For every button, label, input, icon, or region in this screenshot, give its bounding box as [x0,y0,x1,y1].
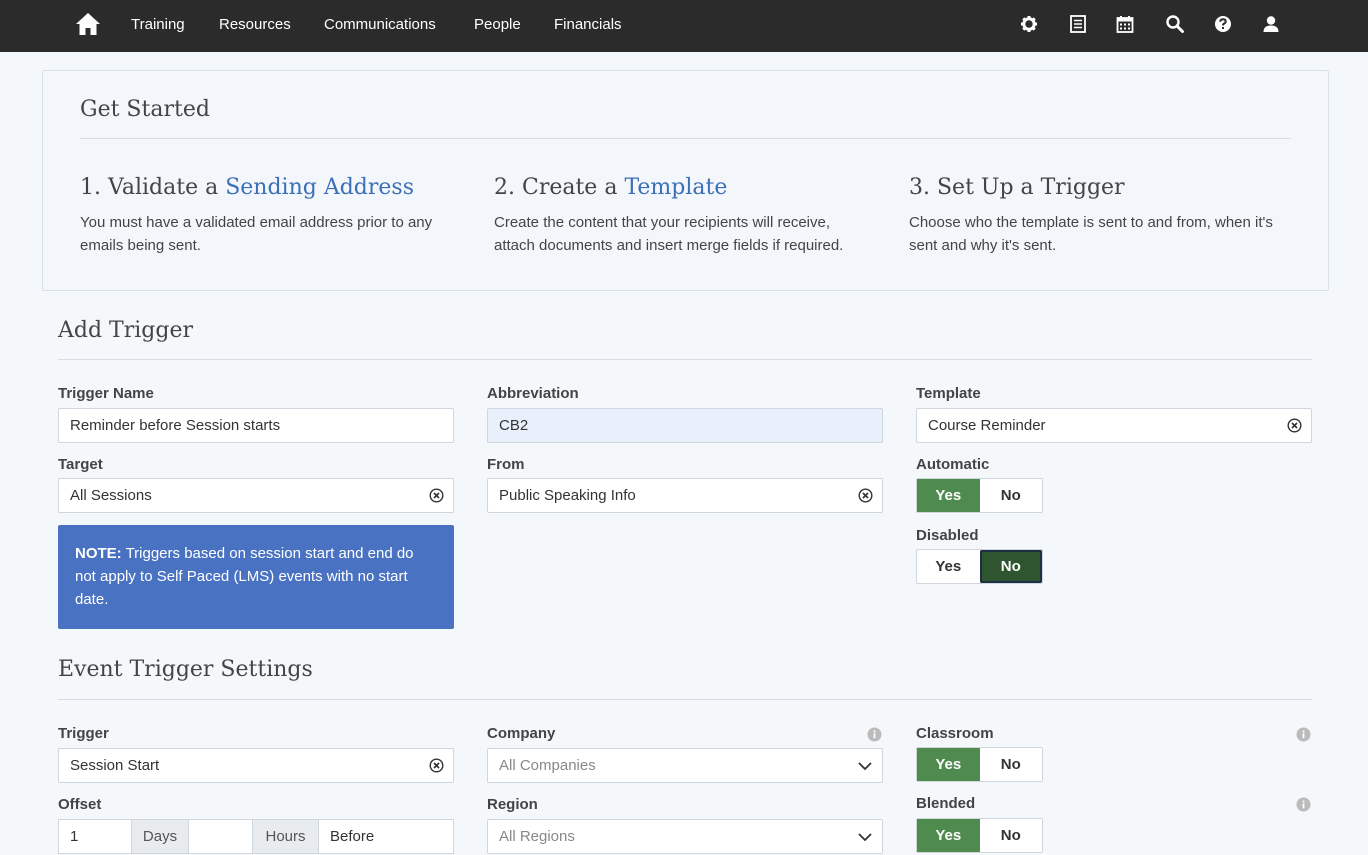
disabled-yes-button[interactable]: Yes [917,550,980,583]
info-icon[interactable] [1296,727,1311,742]
automatic-no-button[interactable]: No [980,479,1043,512]
clear-icon[interactable] [858,488,873,503]
step-2-description: Create the content that your recipients … [494,214,844,254]
get-started-panel: Get Started 1. Validate a Sending Addres… [42,70,1329,291]
divider [58,699,1312,700]
step-3-description: Choose who the template is sent to and f… [909,214,1273,254]
offset-when-select[interactable]: Before [318,819,454,854]
nav-training[interactable]: Training [131,0,185,52]
region-value: All Regions [499,828,575,845]
target-value: All Sessions [70,487,152,504]
disabled-toggle: Yes No [916,549,1043,584]
divider [58,359,1312,360]
sending-address-link[interactable]: Sending Address [225,175,414,200]
add-trigger-title: Add Trigger [58,318,193,343]
chevron-down-icon [858,833,872,842]
trigger-label: Trigger [58,725,109,742]
classroom-yes-button[interactable]: Yes [917,748,980,781]
blended-yes-button[interactable]: Yes [917,819,980,852]
template-label: Template [916,385,981,402]
disabled-label: Disabled [916,527,979,544]
step-1-description: You must have a validated email address … [80,214,433,254]
gear-icon[interactable] [1019,14,1039,34]
blended-no-button[interactable]: No [980,819,1043,852]
info-icon[interactable] [867,727,882,742]
days-addon: Days [131,819,189,854]
company-select[interactable]: All Companies [487,748,883,783]
clear-icon[interactable] [429,758,444,773]
step-3-title: 3. Set Up a Trigger [909,175,1125,200]
abbreviation-input[interactable]: CB2 [487,408,883,443]
list-icon[interactable] [1068,14,1088,34]
info-icon[interactable] [1296,797,1311,812]
blended-toggle: Yes No [916,818,1043,853]
offset-days-input[interactable]: 1 [58,819,132,854]
template-value: Course Reminder [928,417,1046,434]
step-1-title: 1. Validate a Sending Address [80,175,414,200]
company-label: Company [487,725,556,742]
clear-icon[interactable] [1287,418,1302,433]
automatic-label: Automatic [916,456,990,473]
divider [80,138,1291,139]
trigger-select[interactable]: Session Start [58,748,454,783]
region-label: Region [487,796,538,813]
target-label: Target [58,456,103,473]
help-icon[interactable] [1213,14,1233,34]
step-2-title: 2. Create a Template [494,175,728,200]
hours-addon: Hours [252,819,319,854]
blended-label: Blended [916,795,976,812]
home-icon[interactable] [75,11,101,37]
note-label: NOTE: [75,545,122,562]
disabled-no-button[interactable]: No [979,550,1042,583]
get-started-title: Get Started [80,97,210,122]
event-trigger-settings-title: Event Trigger Settings [58,657,313,682]
classroom-no-button[interactable]: No [980,748,1043,781]
calendar-icon[interactable] [1115,14,1135,34]
abbreviation-label: Abbreviation [487,385,579,402]
top-nav: Training Resources Communications People… [0,0,1368,52]
search-icon[interactable] [1165,14,1185,34]
trigger-value: Session Start [70,757,160,774]
from-select[interactable]: Public Speaking Info [487,478,883,513]
note-box: NOTE: Triggers based on session start an… [58,525,454,629]
classroom-toggle: Yes No [916,747,1043,782]
nav-people[interactable]: People [474,0,521,52]
trigger-name-label: Trigger Name [58,385,154,402]
chevron-down-icon [858,762,872,771]
automatic-toggle: Yes No [916,478,1043,513]
template-link[interactable]: Template [624,175,727,200]
trigger-name-input[interactable]: Reminder before Session starts [58,408,454,443]
clear-icon[interactable] [429,488,444,503]
nav-resources[interactable]: Resources [219,0,291,52]
region-select[interactable]: All Regions [487,819,883,854]
nav-financials[interactable]: Financials [554,0,622,52]
classroom-label: Classroom [916,725,994,742]
template-select[interactable]: Course Reminder [916,408,1312,443]
from-value: Public Speaking Info [499,487,636,504]
nav-communications[interactable]: Communications [324,0,436,52]
automatic-yes-button[interactable]: Yes [917,479,980,512]
note-text: Triggers based on session start and end … [75,545,414,608]
from-label: From [487,456,525,473]
offset-label: Offset [58,796,102,813]
company-value: All Companies [499,757,596,774]
user-icon[interactable] [1261,14,1281,34]
target-select[interactable]: All Sessions [58,478,454,513]
offset-hours-input[interactable] [188,819,253,854]
